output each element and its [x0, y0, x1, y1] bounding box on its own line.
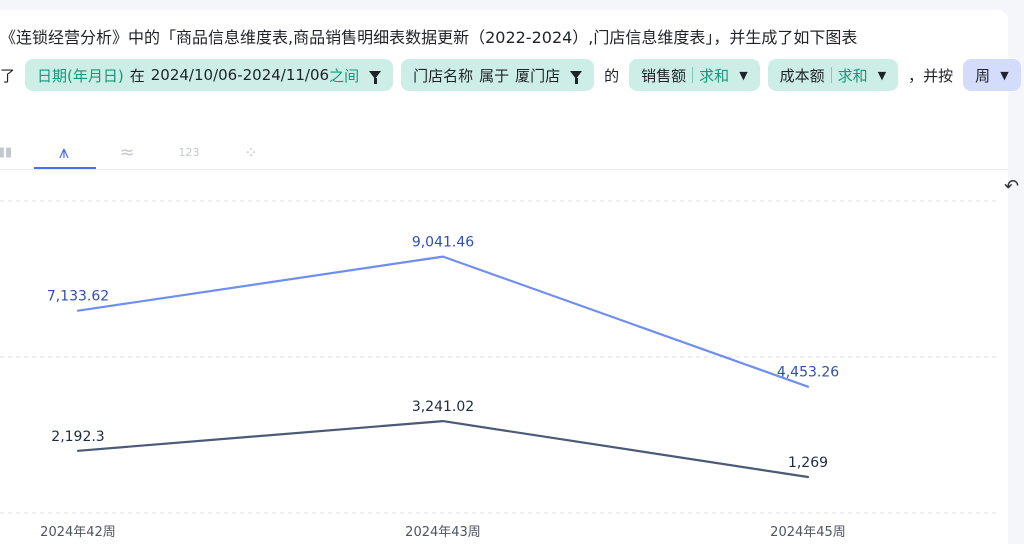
metric-cost-agg: 求和 [837, 66, 868, 85]
pill-divider [830, 67, 832, 83]
line-chart-icon: ⩚ [58, 141, 70, 163]
pill-divider [692, 67, 694, 83]
store-op: 属于 [479, 66, 510, 85]
metric-sales-agg: 求和 [699, 66, 730, 85]
filter-icon[interactable] [570, 71, 583, 84]
data-label: 7,133.62 [47, 289, 109, 305]
date-op: 在 [129, 66, 145, 85]
date-range: 2024/10/06-2024/11/06 [150, 66, 330, 84]
number-chart-tab[interactable]: 123 [172, 136, 206, 168]
bar-chart-tab[interactable]: ▮▮ [0, 136, 16, 168]
x-tick-label: 2024年43周 [405, 525, 481, 540]
metric-sales-name: 销售额 [641, 66, 687, 85]
data-label: 4,453.26 [777, 365, 839, 381]
metric-cost-pill[interactable]: 成本额 求和 ▼ [767, 59, 899, 91]
line-chart: 7,133.62 9,041.46 4,453.26 2,192.3 3,241.02 1… [0, 200, 1000, 540]
chart-type-tabs: ▮▮ ⩚ ≈ 123 ⁘ [0, 136, 300, 170]
line2-prefix: 了 [0, 66, 16, 85]
line-chart-tab[interactable]: ⩚ [44, 136, 84, 168]
store-value: 厦门店 [515, 66, 561, 85]
number-chart-icon: 123 [178, 145, 200, 159]
metric-cost-name: 成本额 [779, 66, 825, 85]
filter-icon[interactable] [369, 71, 382, 84]
data-label: 1,269 [788, 455, 828, 471]
x-tick-label: 2024年42周 [40, 525, 116, 540]
series-line-cost [76, 420, 810, 479]
series-line-sales [76, 255, 810, 388]
by-text: ，并按 [908, 66, 954, 85]
store-field: 门店名称 [413, 66, 474, 85]
data-labels: 7,133.62 9,041.46 4,453.26 2,192.3 3,241.02 1… [47, 235, 839, 471]
grid-lines [0, 200, 1000, 514]
area-chart-tab[interactable]: ≈ [110, 136, 144, 168]
granularity-pill[interactable]: 周 ▼ [963, 59, 1021, 91]
chevron-down-icon[interactable]: ▼ [1000, 69, 1008, 82]
date-field-label: 日期(年月日) [37, 66, 124, 85]
question-text: 《连锁经营分析》中的「商品信息维度表,商品销售明细表数据更新（2022-2024… [0, 28, 858, 47]
store-filter-pill[interactable]: 门店名称 属于 厦门店 [401, 59, 595, 91]
date-filter-pill[interactable]: 日期(年月日) 在 2024/10/06-2024/11/06 之间 [25, 59, 394, 91]
granularity-value: 周 [975, 66, 991, 85]
bar-chart-icon: ▮▮ [0, 144, 13, 160]
de-text: 的 [604, 66, 620, 85]
data-label: 2,192.3 [51, 429, 104, 445]
area-chart-icon: ≈ [119, 141, 135, 163]
scatter-chart-icon: ⁘ [244, 142, 258, 162]
scatter-chart-tab[interactable]: ⁘ [236, 136, 266, 168]
x-tick-label: 2024年45周 [770, 525, 846, 540]
data-label: 9,041.46 [412, 235, 474, 251]
chevron-down-icon[interactable]: ▼ [878, 69, 886, 82]
chevron-down-icon[interactable]: ▼ [739, 69, 747, 82]
series-lines [76, 255, 810, 479]
metric-sales-pill[interactable]: 销售额 求和 ▼ [629, 59, 760, 91]
date-suffix: 之间 [329, 66, 360, 85]
query-filters: 了 日期(年月日) 在 2024/10/06-2024/11/06 之间 门店名… [0, 58, 1024, 92]
x-axis: 2024年42周 2024年43周 2024年45周 [40, 525, 846, 540]
data-label: 3,241.02 [412, 399, 474, 415]
